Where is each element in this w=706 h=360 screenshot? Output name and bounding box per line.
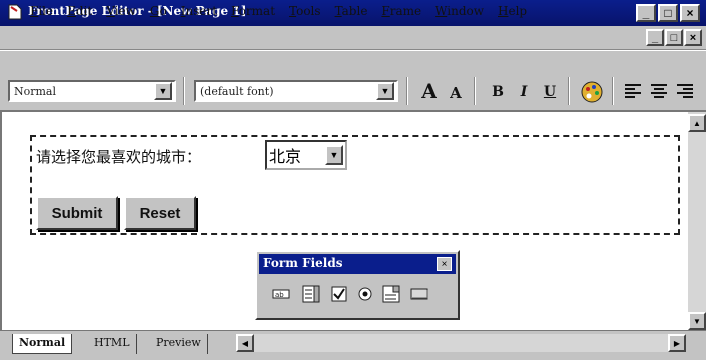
one-line-textbox-icon[interactable]: ab	[272, 285, 290, 303]
toolbar-separator	[474, 77, 476, 105]
menu-format[interactable]: Format	[231, 4, 275, 18]
chevron-down-icon: ▼	[693, 316, 701, 326]
city-prompt-label: 请选择您最喜欢的城市：	[36, 148, 202, 166]
scroll-left-button[interactable]: ◀	[236, 334, 254, 352]
menu-bar	[0, 26, 706, 50]
underline-icon: U	[543, 84, 557, 100]
push-button-icon[interactable]	[410, 285, 428, 303]
text-color-palette-icon[interactable]	[580, 80, 604, 104]
align-center-icon[interactable]	[650, 82, 668, 100]
chevron-down-icon: ▼	[380, 86, 390, 96]
city-select-arrow[interactable]: ▼	[325, 145, 343, 165]
document-icon[interactable]	[8, 4, 22, 20]
close-icon: ×	[689, 31, 697, 44]
doc-restore-button[interactable]: □	[665, 29, 683, 46]
minimize-button[interactable]: _	[636, 4, 656, 22]
align-right-icon[interactable]	[676, 82, 694, 100]
toolbar-separator	[183, 77, 185, 105]
style-dropdown-arrow[interactable]: ▼	[154, 82, 172, 100]
palette-close-button[interactable]: ×	[437, 257, 452, 271]
chevron-down-icon: ▼	[329, 150, 339, 160]
close-button[interactable]: ×	[680, 4, 700, 22]
style-dropdown[interactable]: Normal	[8, 80, 176, 102]
increase-text-size-button[interactable]: A	[418, 79, 440, 103]
horizontal-scrollbar[interactable]	[254, 334, 686, 352]
chevron-up-icon: ▲	[693, 118, 701, 128]
bold-button[interactable]: B	[488, 80, 508, 104]
italic-icon: I	[520, 84, 528, 100]
svg-text:ab: ab	[275, 291, 284, 299]
restore-icon: □	[670, 31, 678, 44]
tab-html[interactable]: HTML	[88, 334, 137, 354]
underline-button[interactable]: U	[540, 80, 560, 104]
menu-window[interactable]: Window	[435, 4, 484, 18]
menu-items: File Edit View Go Insert Format Tools Ta…	[30, 4, 527, 18]
font-dropdown[interactable]: (default font)	[194, 80, 398, 102]
radio-button-icon[interactable]	[356, 285, 374, 303]
submit-button[interactable]: Submit	[36, 196, 118, 230]
increase-text-size-icon: A	[421, 79, 437, 103]
scrolling-textbox-icon[interactable]	[302, 285, 320, 303]
italic-button[interactable]: I	[514, 80, 534, 104]
align-left-icon[interactable]	[624, 82, 642, 100]
decrease-text-size-icon: A	[450, 84, 462, 102]
tab-normal[interactable]: Normal	[12, 334, 73, 354]
maximize-button[interactable]: □	[658, 4, 678, 22]
chevron-right-icon: ▶	[673, 338, 681, 348]
menu-frame[interactable]: Frame	[381, 4, 421, 18]
form-fields-title: Form Fields	[263, 256, 343, 270]
font-dropdown-arrow[interactable]: ▼	[376, 82, 394, 100]
tab-preview[interactable]: Preview	[150, 334, 208, 354]
close-icon: ×	[441, 258, 448, 270]
scroll-down-button[interactable]: ▼	[688, 312, 706, 330]
doc-close-button[interactable]: ×	[684, 29, 702, 46]
minimize-icon: _	[651, 31, 659, 44]
menu-file[interactable]: File	[30, 4, 53, 18]
chevron-down-icon: ▼	[158, 86, 168, 96]
vertical-scrollbar[interactable]	[688, 112, 706, 330]
style-value: Normal	[14, 85, 57, 98]
menu-go[interactable]: Go	[150, 4, 167, 18]
decrease-text-size-button[interactable]: A	[446, 81, 466, 105]
dropdown-menu-icon[interactable]	[382, 285, 400, 303]
menu-view[interactable]: View	[106, 4, 136, 18]
minimize-icon: _	[642, 6, 650, 20]
doc-minimize-button[interactable]: _	[646, 29, 664, 46]
toolbar-separator	[612, 77, 614, 105]
chevron-left-icon: ◀	[241, 338, 249, 348]
menu-edit[interactable]: Edit	[67, 4, 92, 18]
menu-help[interactable]: Help	[498, 4, 527, 18]
city-select-value: 北京	[269, 147, 302, 166]
menu-table[interactable]: Table	[335, 4, 368, 18]
menu-insert[interactable]: Insert	[181, 4, 217, 18]
reset-button[interactable]: Reset	[124, 196, 196, 230]
close-icon: ×	[686, 6, 694, 20]
menu-tools[interactable]: Tools	[289, 4, 321, 18]
checkbox-icon[interactable]	[330, 285, 348, 303]
font-value: (default font)	[200, 85, 274, 98]
toolbar-separator	[406, 77, 408, 105]
toolbar-separator	[568, 77, 570, 105]
scroll-right-button[interactable]: ▶	[668, 334, 686, 352]
maximize-icon: □	[664, 6, 672, 20]
scroll-up-button[interactable]: ▲	[688, 114, 706, 132]
bold-icon: B	[492, 84, 504, 100]
